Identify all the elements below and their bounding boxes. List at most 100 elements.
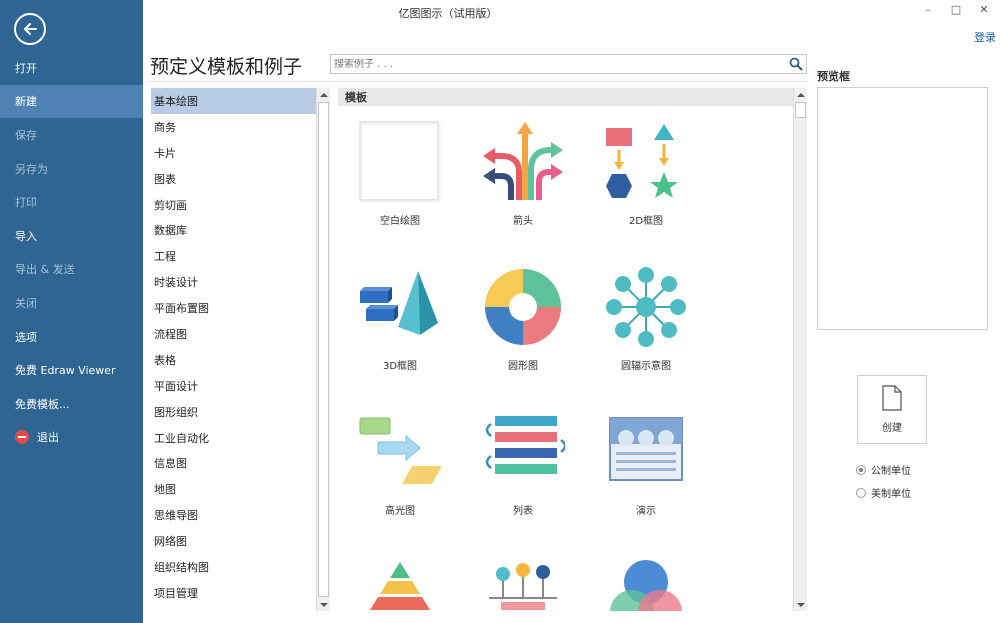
menu-item-save[interactable]: 保存 <box>0 118 143 152</box>
menu-item-close[interactable]: 关闭 <box>0 286 143 320</box>
template-label: 高光图 <box>385 506 415 517</box>
category-item[interactable]: 信息图 <box>151 450 316 476</box>
create-button[interactable]: 创建 <box>857 375 927 444</box>
category-scrollbar[interactable] <box>316 88 330 611</box>
preview-box <box>817 87 988 330</box>
scroll-up-icon[interactable] <box>317 88 330 101</box>
menu-item-options[interactable]: 选项 <box>0 320 143 354</box>
template-arrows[interactable]: 箭头 <box>463 118 583 227</box>
backstage-sidebar: 打开 新建 保存 另存为 打印 导入 导出 & 发送 关闭 选项 免费 Edra… <box>0 0 143 623</box>
scroll-up-icon[interactable] <box>794 88 807 101</box>
menu-item-free-viewer[interactable]: 免费 Edraw Viewer <box>0 353 143 387</box>
template-label: 空白绘图 <box>380 216 420 227</box>
template-presentation[interactable]: 演示 <box>586 408 706 517</box>
category-item[interactable]: 图表 <box>151 166 316 192</box>
menu-item-export-send[interactable]: 导出 & 发送 <box>0 253 143 287</box>
template-label: 圆辐示意图 <box>621 361 671 372</box>
category-item[interactable]: 图形组织 <box>151 399 316 425</box>
category-item[interactable]: 表格 <box>151 347 316 373</box>
category-item[interactable]: 数据库 <box>151 217 316 243</box>
template-circle[interactable]: 圆形图 <box>463 263 583 372</box>
category-item[interactable]: 组织结构图 <box>151 554 316 580</box>
template-3d-block[interactable]: 3D框图 <box>340 263 460 372</box>
template-blank[interactable]: 空白绘图 <box>340 118 460 227</box>
template-pyramid[interactable] <box>340 556 460 611</box>
2d-block-icon <box>606 124 678 198</box>
minimize-button[interactable]: – <box>914 0 942 18</box>
menu-item-save-as[interactable]: 另存为 <box>0 152 143 186</box>
template-label: 演示 <box>636 506 656 517</box>
category-item[interactable]: 卡片 <box>151 140 316 166</box>
new-document-icon <box>882 385 902 411</box>
menu-item-print[interactable]: 打印 <box>0 185 143 219</box>
menu-item-new[interactable]: 新建 <box>0 84 143 119</box>
create-label: 创建 <box>882 423 902 434</box>
template-spoke[interactable]: 圆辐示意图 <box>586 263 706 372</box>
category-item[interactable]: 工业自动化 <box>151 425 316 451</box>
template-timeline[interactable] <box>463 556 583 611</box>
metric-radio[interactable] <box>856 464 866 475</box>
maximize-button[interactable]: □ <box>942 0 970 18</box>
template-2d-block[interactable]: 2D框图 <box>586 118 706 227</box>
backstage-menu: 打开 新建 保存 另存为 打印 导入 导出 & 发送 关闭 选项 免费 Edra… <box>0 51 143 454</box>
us-units-option[interactable]: 美制单位 <box>856 485 911 500</box>
header-divider <box>148 81 808 82</box>
category-item[interactable]: 基本绘图 <box>151 88 316 114</box>
window-title: 亿图图示（试用版） <box>398 7 498 20</box>
list-icon <box>485 416 565 474</box>
us-radio[interactable] <box>856 487 866 498</box>
template-section-header: 模板 <box>338 88 793 106</box>
category-item[interactable]: 流程图 <box>151 321 316 347</box>
preview-label: 预览框 <box>817 70 850 83</box>
scroll-down-icon[interactable] <box>794 598 807 611</box>
search-input[interactable] <box>334 58 786 70</box>
arrows-icon <box>483 122 563 200</box>
template-scroll-thumb[interactable] <box>795 102 806 118</box>
template-label: 3D框图 <box>382 361 418 372</box>
app-window: 打开 新建 保存 另存为 打印 导入 导出 & 发送 关闭 选项 免费 Edra… <box>0 0 1000 623</box>
page-title: 预定义模板和例子 <box>150 56 303 78</box>
category-item[interactable]: 项目管理 <box>151 580 316 606</box>
template-label: 圆形图 <box>508 361 538 372</box>
back-button[interactable] <box>14 13 46 45</box>
login-link[interactable]: 登录 <box>974 29 996 45</box>
template-label: 列表 <box>513 506 533 517</box>
category-item[interactable]: 地图 <box>151 476 316 502</box>
category-item[interactable]: 工程 <box>151 243 316 269</box>
template-gallery: 模板 空白绘图 箭头 2D框图 3D框图 圆形图 圆辐示意图 高光图 列表 演示 <box>338 88 793 611</box>
metric-units-option[interactable]: 公制单位 <box>856 462 911 477</box>
category-item[interactable]: 网络图 <box>151 528 316 554</box>
category-item[interactable]: 平面设计 <box>151 373 316 399</box>
menu-item-open[interactable]: 打开 <box>0 51 143 85</box>
category-list: 基本绘图 商务 卡片 图表 剪切画 数据库 工程 时装设计 平面布置图 流程图 … <box>151 88 316 611</box>
menu-item-exit[interactable]: 退出 <box>0 421 143 455</box>
search-icon[interactable] <box>786 55 806 73</box>
back-arrow-icon <box>24 23 37 35</box>
presentation-icon <box>609 417 683 481</box>
category-item[interactable]: 商务 <box>151 114 316 140</box>
pyramid-icon <box>370 562 430 610</box>
template-label: 箭头 <box>513 216 533 227</box>
search-box <box>330 54 807 74</box>
category-item[interactable]: 时装设计 <box>151 269 316 295</box>
timeline-icon <box>489 563 557 610</box>
category-item[interactable]: 思维导图 <box>151 502 316 528</box>
blank-page-icon <box>359 121 441 203</box>
template-venn[interactable] <box>586 556 706 611</box>
menu-item-import[interactable]: 导入 <box>0 219 143 253</box>
scroll-down-icon[interactable] <box>317 598 330 611</box>
template-list[interactable]: 列表 <box>463 408 583 517</box>
circle-chart-icon <box>485 269 561 345</box>
template-highlight[interactable]: 高光图 <box>340 408 460 517</box>
category-item[interactable]: 剪切画 <box>151 192 316 218</box>
category-item[interactable]: 平面布置图 <box>151 295 316 321</box>
menu-item-free-templates[interactable]: 免费模板... <box>0 387 143 421</box>
template-scrollbar[interactable] <box>793 88 807 611</box>
category-scroll-thumb[interactable] <box>318 102 329 597</box>
exit-icon <box>15 430 29 445</box>
spoke-diagram-icon <box>606 267 686 347</box>
template-label: 2D框图 <box>628 216 664 227</box>
close-button[interactable]: ✕ <box>970 0 998 18</box>
highlight-icon <box>359 417 442 484</box>
venn-icon <box>610 560 682 611</box>
